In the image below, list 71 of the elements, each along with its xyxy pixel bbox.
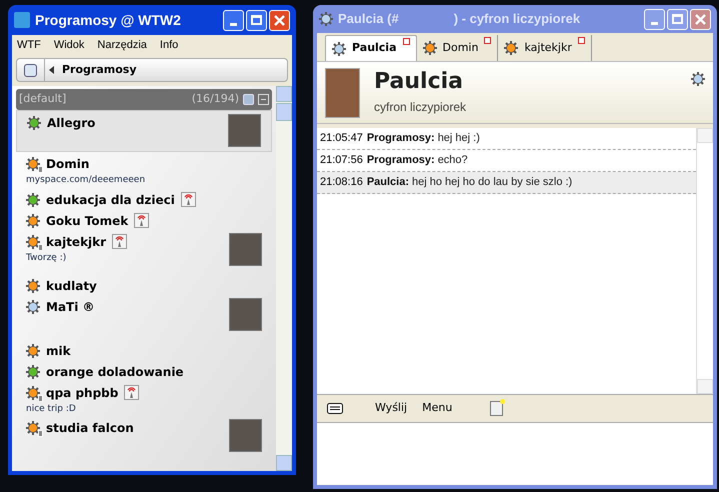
contact-name: kajtekjkr (46, 234, 106, 250)
contact-name: edukacja dla dzieci (46, 192, 175, 208)
tab-close-icon[interactable] (578, 37, 585, 44)
contact-name: Goku Tomek (46, 212, 128, 230)
group-count: (16/194) (192, 91, 239, 108)
maximize-button[interactable] (246, 10, 267, 30)
menu-item[interactable]: Narzędzia (97, 36, 147, 54)
caret-left-icon[interactable] (49, 66, 55, 74)
message-sender: Programosy: (366, 131, 435, 146)
contact-item[interactable]: kajtekjkr Tworzę :) (16, 230, 272, 274)
keyboard-icon[interactable] (327, 403, 343, 414)
chat-tab[interactable]: Paulcia (325, 35, 417, 61)
profile-name: Programosy (62, 62, 137, 78)
contact-name: mik (46, 342, 71, 360)
contact-name: Paulcia (374, 68, 464, 96)
tab-close-icon[interactable] (484, 37, 492, 44)
contact-item[interactable]: edukacja dla dzieci (16, 188, 272, 208)
close-button[interactable] (269, 10, 290, 30)
message-sender: Paulcia: (366, 175, 410, 190)
chat-tab[interactable]: kajtekjkr (498, 35, 592, 61)
contact-name: kudlaty (46, 278, 97, 294)
window-title: Paulcia (# (338, 10, 399, 28)
contact-item[interactable]: Allegro (16, 110, 272, 152)
toolbar-button[interactable]: Menu (422, 400, 452, 417)
contact-item[interactable]: Goku Tomek (16, 208, 272, 230)
contact-item[interactable]: mik (16, 338, 272, 360)
status-sun-icon (319, 12, 333, 26)
scrollbar[interactable] (276, 86, 292, 471)
contact-name: Domin (46, 156, 90, 173)
contact-description: nice trip :D (26, 402, 77, 416)
close-icon (695, 14, 706, 24)
message-text: hej ho hej ho do lau by sie szlo :) (412, 175, 572, 190)
contact-item[interactable]: orange doladowanie (16, 360, 272, 380)
message-text: hej hej :) (438, 131, 480, 146)
close-icon (274, 14, 285, 26)
contact-description: Tworzę :) (26, 252, 68, 264)
contact-item[interactable]: studia falcon (16, 416, 272, 460)
message-time: 21:05:47 (320, 131, 363, 146)
window-title: Programosy @ WTW2 (35, 10, 182, 30)
group-name: [default] (19, 91, 68, 108)
note-icon[interactable] (490, 401, 504, 416)
message-input-field[interactable] (317, 423, 713, 485)
avatar-placeholder (325, 68, 360, 118)
contact-name: qpa phpbb (46, 384, 118, 402)
menu-item[interactable]: Widok (54, 36, 84, 54)
contact-item[interactable]: Domin myspace.com/deeemeeen (16, 152, 272, 188)
message-time: 21:07:56 (320, 153, 363, 168)
menu-item[interactable]: WTF (17, 36, 41, 54)
app-logo-icon (14, 12, 30, 28)
window-title: ) - cyfron liczypiorek (454, 10, 582, 28)
contact-name: orange doladowanie (46, 364, 184, 380)
contact-description: cyfron liczypiorek (374, 99, 468, 116)
chat-tab[interactable]: Domin (416, 35, 498, 61)
square-icon[interactable] (24, 64, 37, 76)
message-text: echo? (438, 153, 468, 168)
tab-close-icon[interactable] (402, 38, 410, 45)
contact-item[interactable]: MaTi ® (16, 294, 272, 338)
contact-item[interactable]: kudlaty (16, 274, 272, 294)
contact-item[interactable]: qpa phpbb nice trip :D (16, 380, 272, 416)
menu-item[interactable]: Info (160, 36, 178, 54)
contact-name: MaTi ® (46, 298, 95, 316)
minimize-button[interactable] (223, 10, 244, 30)
toolbar-button[interactable]: Wyślij (375, 400, 408, 417)
contact-name: Allegro (47, 115, 96, 132)
group-toggle-icon[interactable] (243, 94, 254, 105)
scrollbar[interactable] (696, 128, 713, 394)
message-time: 21:08:16 (320, 175, 363, 190)
collapse-icon[interactable] (258, 94, 269, 105)
message-sender: Programosy: (366, 153, 435, 168)
contact-name: studia falcon (46, 420, 134, 437)
contact-description: myspace.com/deeemeeen (26, 174, 146, 187)
